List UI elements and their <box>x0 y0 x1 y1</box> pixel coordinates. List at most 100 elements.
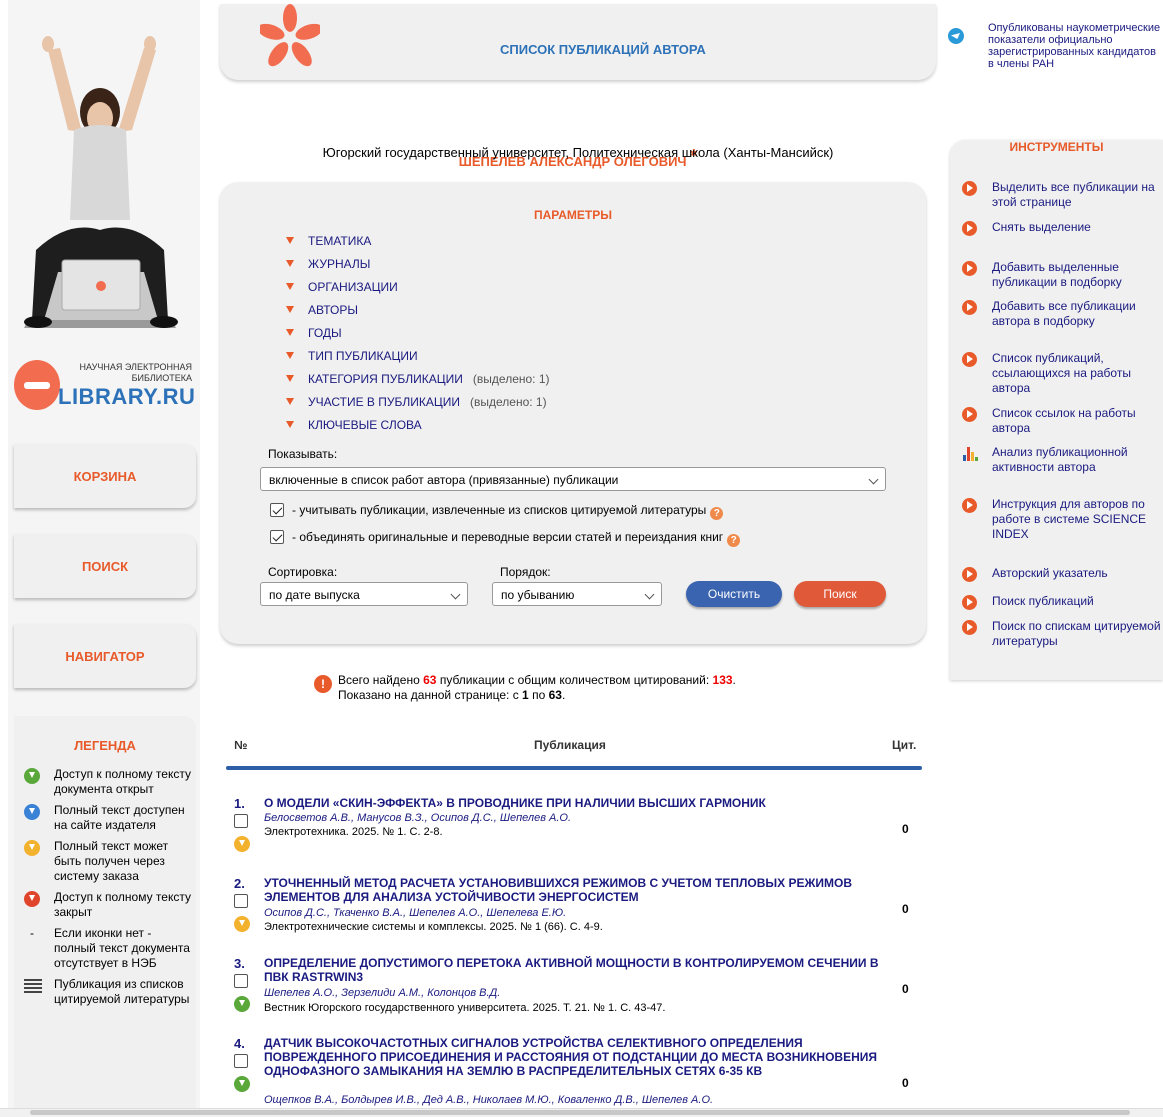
download-blue-icon <box>24 804 40 820</box>
search-nav-button[interactable]: ПОИСК <box>14 534 196 598</box>
publication-authors: Белосветов А.В., Манусов В.З., Осипов Д.… <box>264 812 571 824</box>
table-header-rule <box>226 766 922 770</box>
citations-count: 133 <box>712 673 733 687</box>
legend-item: Полный текст может быть получен через си… <box>24 839 196 884</box>
publication-authors: Шепелев А.О., Зерзелиди А.М., Колонцов В… <box>264 987 501 999</box>
download-green-icon[interactable] <box>234 1076 250 1092</box>
param-keywords[interactable]: КЛЮЧЕВЫЕ СЛОВА <box>286 418 422 432</box>
cart-button[interactable]: КОРЗИНА <box>14 444 196 508</box>
table-row: 3. ОПРЕДЕЛЕНИЕ ДОПУСТИМОГО ПЕРЕТОКА АКТИ… <box>226 956 922 1026</box>
param-pub-category[interactable]: КАТЕГОРИЯ ПУБЛИКАЦИИ (выделено: 1) <box>286 372 550 386</box>
publication-title[interactable]: О МОДЕЛИ «СКИН-ЭФФЕКТА» В ПРОВОДНИКЕ ПРИ… <box>264 796 884 810</box>
download-yellow-icon[interactable] <box>234 836 250 852</box>
table-row: 4. ДАТЧИК ВЫСОКОЧАСТОТНЫХ СИГНАЛОВ УСТРО… <box>226 1036 922 1108</box>
bar-chart-icon <box>962 447 978 461</box>
download-green-icon[interactable] <box>234 996 250 1012</box>
hero-illustration <box>8 20 190 340</box>
scrollbar-thumb[interactable] <box>30 1110 1130 1115</box>
chevron-down-icon <box>644 589 655 600</box>
chevron-down-icon <box>868 474 879 485</box>
legend-panel: ЛЕГЕНДА Доступ к полному тексту документ… <box>14 716 196 1117</box>
publication-title[interactable]: ДАТЧИК ВЫСОКОЧАСТОТНЫХ СИГНАЛОВ УСТРОЙСТ… <box>264 1036 884 1078</box>
include-cited-checkbox[interactable] <box>270 503 284 517</box>
telegram-icon <box>948 28 964 44</box>
legend-item: Доступ к полному тексту документа открыт <box>24 767 196 797</box>
merge-versions-label: - объединять оригинальные и переводные в… <box>292 530 724 544</box>
logo-subtitle-1: НАУЧНАЯ ЭЛЕКТРОННАЯ <box>79 362 192 372</box>
tool-citing-list[interactable]: Список публикаций, ссылающихся на работы… <box>962 351 1161 396</box>
param-years[interactable]: ГОДЫ <box>286 326 342 340</box>
publication-source[interactable]: Электротехнические системы и комплексы. … <box>264 921 603 933</box>
page-title: СПИСОК ПУБЛИКАЦИЙ АВТОРА <box>500 42 706 57</box>
search-button[interactable]: Поиск <box>794 581 886 607</box>
publication-source[interactable]: Вестник Югорского государственного униве… <box>264 1002 665 1014</box>
legend-item: Публикация из списков цитируемой литерат… <box>24 977 196 1007</box>
download-green-icon <box>24 768 40 784</box>
play-circle-icon <box>962 352 977 367</box>
play-circle-icon <box>962 407 977 422</box>
right-sidebar: Опубликованы наукометрические показатели… <box>948 0 1163 1117</box>
row-checkbox[interactable] <box>234 1054 248 1068</box>
include-cited-label: - учитывать публикации, извлеченные из с… <box>292 503 707 517</box>
tool-activity-analysis[interactable]: Анализ публикационной активности автора <box>962 445 1161 475</box>
legend-text: Если иконки нет - полный текст документа… <box>54 926 190 970</box>
header-panel: СПИСОК ПУБЛИКАЦИЙ АВТОРА <box>220 4 936 80</box>
play-circle-icon <box>962 261 977 276</box>
publication-title[interactable]: ОПРЕДЕЛЕНИЕ ДОПУСТИМОГО ПЕРЕТОКА АКТИВНО… <box>264 956 884 984</box>
triangle-down-icon <box>286 306 294 313</box>
tool-science-index-guide[interactable]: Инструкция для авторов по работе в систе… <box>962 497 1161 542</box>
param-authors[interactable]: АВТОРЫ <box>286 303 358 317</box>
clear-button[interactable]: Очистить <box>686 581 782 607</box>
tool-search-references[interactable]: Поиск по спискам цитируемой литературы <box>962 619 1161 649</box>
tool-deselect[interactable]: Снять выделение <box>962 220 1161 236</box>
param-participation[interactable]: УЧАСТИЕ В ПУБЛИКАЦИИ (выделено: 1) <box>286 395 547 409</box>
publication-authors: Осипов Д.С., Ткаченко В.А., Шепелев А.О.… <box>264 907 567 919</box>
logo-subtitle-2: БИБЛИОТЕКА <box>131 373 192 383</box>
show-select[interactable]: включенные в список работ автора (привяз… <box>260 467 886 491</box>
publication-source[interactable]: Электротехника. 2025. № 1. С. 2-8. <box>264 826 443 838</box>
tool-add-all[interactable]: Добавить все публикации автора в подборк… <box>962 299 1161 329</box>
sort-select[interactable]: по дате выпуска <box>260 582 468 606</box>
col-header-publication: Публикация <box>534 738 606 752</box>
param-organizations[interactable]: ОРГАНИЗАЦИИ <box>286 280 398 294</box>
param-pub-type[interactable]: ТИП ПУБЛИКАЦИИ <box>286 349 418 363</box>
author-affiliation-text[interactable]: Югорский государственный университет, По… <box>220 145 936 160</box>
asterisk-icon <box>260 4 320 67</box>
param-journals[interactable]: ЖУРНАЛЫ <box>286 257 370 271</box>
download-yellow-icon[interactable] <box>234 916 250 932</box>
tool-select-all[interactable]: Выделить все публикации на этой странице <box>962 180 1161 210</box>
logo-e-mark <box>14 360 60 410</box>
legend-text: Публикация из списков цитируемой литерат… <box>54 977 190 1006</box>
tool-author-index[interactable]: Авторский указатель <box>962 566 1161 582</box>
parameters-title: ПАРАМЕТРЫ <box>534 208 612 222</box>
dash-icon: - <box>30 926 34 940</box>
legend-text: Доступ к полному тексту закрыт <box>54 890 191 919</box>
order-select[interactable]: по убыванию <box>492 582 662 606</box>
triangle-down-icon <box>286 283 294 290</box>
param-topics[interactable]: ТЕМАТИКА <box>286 234 371 248</box>
row-checkbox[interactable] <box>234 814 248 828</box>
citation-count: 0 <box>902 1076 909 1090</box>
notice-link[interactable]: Опубликованы наукометрические показатели… <box>948 22 1163 70</box>
help-icon[interactable]: ? <box>710 507 724 520</box>
elibrary-logo[interactable]: НАУЧНАЯ ЭЛЕКТРОННАЯ БИБЛИОТЕКА LIBRARY.R… <box>14 358 196 414</box>
legend-item: - Если иконки нет - полный текст докумен… <box>24 926 196 971</box>
table-row: 1. О МОДЕЛИ «СКИН-ЭФФЕКТА» В ПРОВОДНИКЕ … <box>226 796 922 866</box>
tool-search-publications[interactable]: Поиск публикаций <box>962 594 1161 610</box>
triangle-down-icon <box>286 260 294 267</box>
row-number: 2. <box>234 876 245 891</box>
publication-title[interactable]: УТОЧНЕННЫЙ МЕТОД РАСЧЕТА УСТАНОВИВШИХСЯ … <box>264 876 884 904</box>
row-checkbox[interactable] <box>234 894 248 908</box>
row-checkbox[interactable] <box>234 974 248 988</box>
merge-versions-checkbox[interactable] <box>270 530 284 544</box>
tool-add-selected[interactable]: Добавить выделенные публикации в подборк… <box>962 260 1161 290</box>
col-header-citations: Цит. <box>892 738 917 752</box>
show-label: Показывать: <box>268 447 338 461</box>
help-icon[interactable]: ? <box>727 534 741 547</box>
chevron-down-icon <box>450 589 461 600</box>
tool-references-list[interactable]: Список ссылок на работы автора <box>962 406 1161 436</box>
play-circle-icon <box>962 181 977 196</box>
triangle-down-icon <box>286 398 294 405</box>
play-circle-icon <box>962 221 977 236</box>
navigator-button[interactable]: НАВИГАТОР <box>14 624 196 688</box>
